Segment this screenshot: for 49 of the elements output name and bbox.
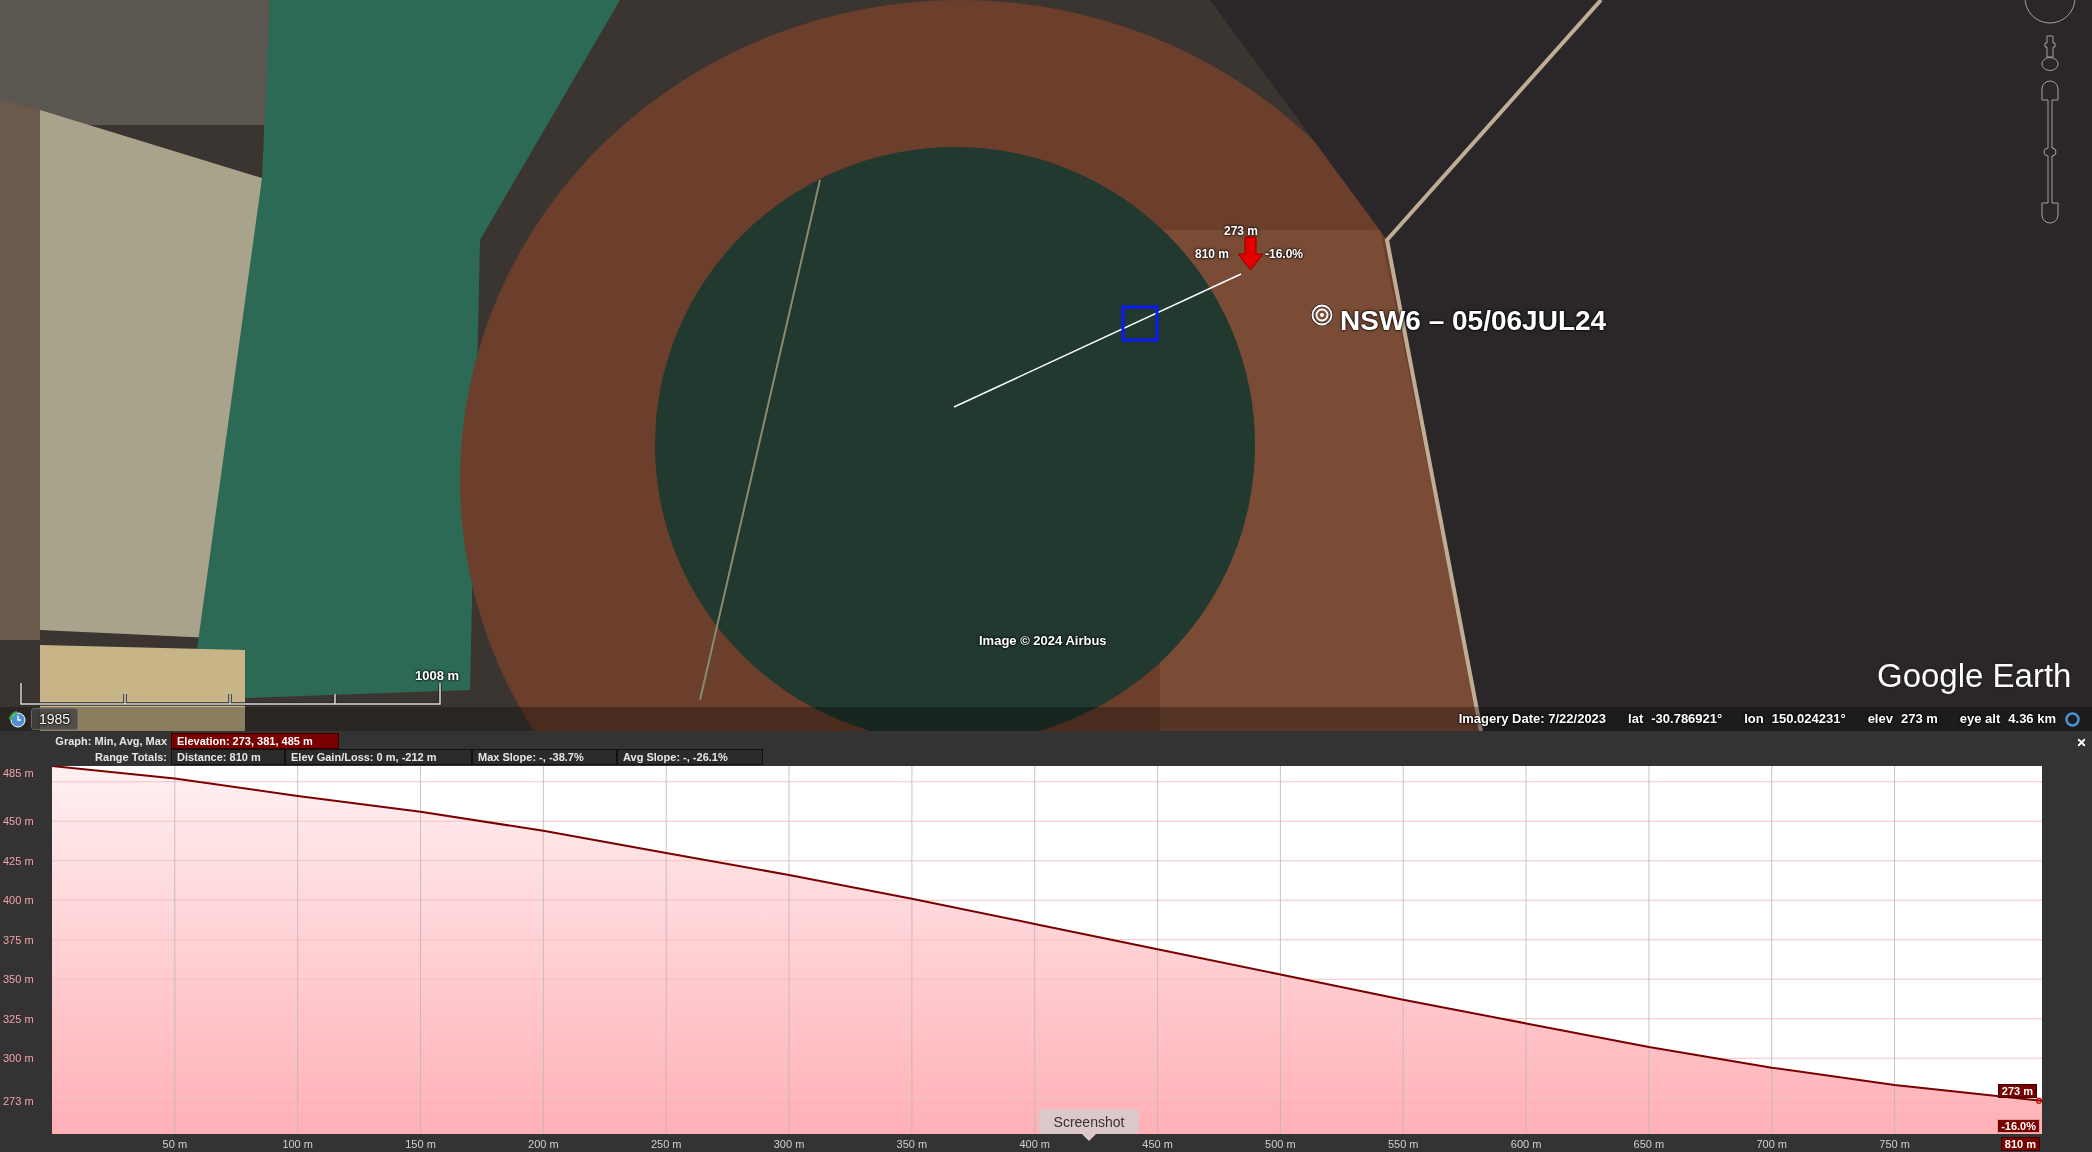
elevation-label: 273 m (1224, 224, 1259, 238)
range-total: Avg Slope: -, -26.1% (617, 749, 763, 765)
distance-label: 810 m (1195, 247, 1230, 261)
y-axis-label: 400 m (3, 893, 34, 908)
x-axis-label: 300 m (773, 1137, 805, 1151)
status-field-value: 4.36 km (2008, 711, 2056, 727)
tooltip: Screenshot (1039, 1109, 1139, 1141)
distance-readout: 810 m (2000, 1137, 2040, 1151)
graph-label: Graph: Min, Avg, Max (54, 734, 168, 749)
slope-readout: -16.0% (1997, 1119, 2040, 1133)
y-axis-label: 450 m (3, 814, 34, 829)
x-axis-label: 550 m (1387, 1137, 1419, 1151)
status-field-label: elev (1867, 711, 1893, 727)
range-total: Max Slope: -, -38.7% (472, 749, 617, 765)
x-axis-label: 350 m (896, 1137, 928, 1151)
x-axis-label: 500 m (1265, 1137, 1296, 1151)
elevation-readout: 273 m (1997, 1083, 2037, 1098)
x-axis-label: 150 m (405, 1137, 436, 1151)
status-field-label: lat (1628, 711, 1644, 727)
status-field-label: lon (1744, 711, 1764, 727)
y-axis-label: 300 m (3, 1051, 34, 1066)
imagery-attribution: Image © 2024 Airbus (979, 633, 1107, 649)
x-axis-label: 450 m (1142, 1137, 1173, 1151)
x-axis-label: 700 m (1756, 1137, 1788, 1151)
graph-value: Elevation: 273, 381, 485 m (171, 733, 339, 749)
range-totals-label: Range Totals: (94, 750, 168, 765)
x-axis-label: 750 m (1879, 1137, 1910, 1151)
slope-label: -16.0% (1265, 247, 1304, 261)
y-axis-label: 485 m (3, 766, 34, 780)
range-total: Elev Gain/Loss: 0 m, -212 m (285, 749, 472, 765)
x-axis-label: 200 m (528, 1137, 559, 1151)
x-axis-label: 600 m (1510, 1137, 1542, 1151)
x-axis-label: 100 m (282, 1137, 313, 1151)
y-axis-label: 350 m (3, 972, 34, 987)
status-field-label: eye alt (1959, 711, 2001, 727)
y-axis-label: 375 m (3, 932, 34, 947)
y-axis-label: 425 m (3, 853, 34, 868)
x-axis-label: 650 m (1633, 1137, 1665, 1151)
range-total: Distance: 810 m (171, 749, 285, 765)
x-axis-label: 50 m (162, 1137, 188, 1151)
y-axis-label: 273 m (3, 1093, 34, 1108)
status-field-value: -30.786921° (1651, 711, 1723, 727)
x-axis-label: 250 m (650, 1137, 682, 1151)
status-field-value: 150.024231° (1771, 711, 1846, 727)
scale-label: 1008 m (415, 668, 460, 683)
status-field-value: 273 m (1900, 711, 1938, 727)
logo-wordmark: Google Earth (1877, 656, 2072, 696)
imagery-date: Imagery Date: 7/22/2023 (1458, 711, 1607, 727)
y-axis-label: 325 m (3, 1011, 34, 1026)
